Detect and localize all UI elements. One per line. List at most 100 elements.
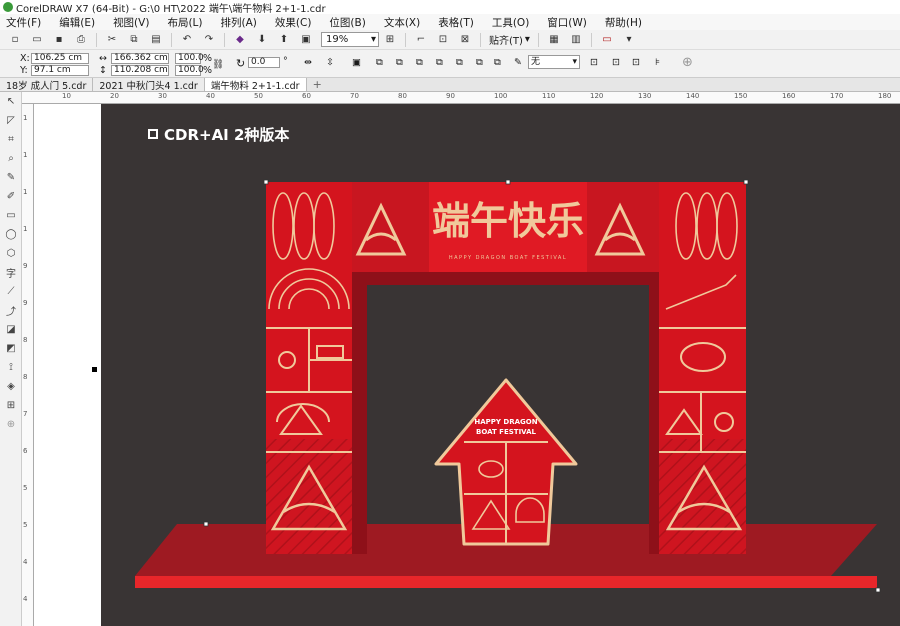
width-field[interactable]: 166.362 cm [111, 53, 169, 64]
menu-arrange[interactable]: 排列(A) [221, 15, 257, 30]
add-tab-icon[interactable]: + [307, 78, 328, 91]
intersect-icon[interactable]: ⧉ [476, 57, 483, 68]
toolbox: ↖ ◸ ⌗ ⌕ ✎ ✐ ▭ ◯ ⬡ 字 ⟋ ⤴ ◪ ◩ ⟟ ◈ ⊞ ⊕ [0, 92, 22, 626]
outline-width-select[interactable]: 无 ▾ [528, 55, 580, 69]
doc-tab-active[interactable]: 端午物料 2+1-1.cdr [204, 78, 307, 92]
ruler-tick-label: 80 [398, 92, 407, 100]
publish-pdf-icon[interactable]: ▣ [298, 33, 314, 47]
add-tool-icon[interactable]: ⊕ [0, 415, 22, 434]
menu-help[interactable]: 帮助(H) [605, 15, 642, 30]
shape-tool-icon[interactable]: ◸ [0, 111, 22, 130]
to-back-icon[interactable]: ⊡ [632, 57, 640, 68]
interactive-fill-icon[interactable]: ◈ [0, 377, 22, 396]
canvas-heading: CDR+AI 2种版本 [148, 124, 289, 145]
freehand-tool-icon[interactable]: ✎ [0, 168, 22, 187]
polygon-tool-icon[interactable]: ⬡ [0, 244, 22, 263]
new-icon[interactable]: ▫ [7, 33, 23, 47]
to-front-icon[interactable]: ⊡ [612, 57, 620, 68]
ellipse-tool-icon[interactable]: ◯ [0, 225, 22, 244]
cut-icon[interactable]: ✂ [104, 33, 120, 47]
rectangle-tool-icon[interactable]: ▭ [0, 206, 22, 225]
menu-table[interactable]: 表格(T) [438, 15, 474, 30]
doc-tab-label: 2021 中秋门头4 1.cdr [99, 80, 198, 92]
crop-tool-icon[interactable]: ⌗ [0, 130, 22, 149]
rotation-field[interactable]: 0.0 [248, 57, 280, 68]
ruler-tick-label: 20 [110, 92, 119, 100]
group-icon[interactable]: ⧉ [376, 57, 383, 68]
height-field[interactable]: 110.208 cm [111, 65, 169, 76]
color-eyedropper-icon[interactable]: ⟟ [0, 358, 22, 377]
redo-icon[interactable]: ↷ [201, 33, 217, 47]
align-distribute-icon[interactable]: ⊧ [655, 57, 660, 68]
pick-tool-icon[interactable]: ↖ [0, 92, 22, 111]
smart-fill-icon[interactable]: ⊞ [0, 396, 22, 415]
export-icon[interactable]: ⬆ [276, 33, 292, 47]
menu-window[interactable]: 窗口(W) [547, 15, 587, 30]
menu-edit[interactable]: 编辑(E) [59, 15, 95, 30]
outline-width-value: 无 [531, 56, 541, 67]
menu-text[interactable]: 文本(X) [384, 15, 420, 30]
menu-tools[interactable]: 工具(O) [492, 15, 529, 30]
menu-view[interactable]: 视图(V) [113, 15, 149, 30]
window-title: CorelDRAW X7 (64-Bit) - G:\0 HT\2022 端午\… [16, 3, 326, 15]
search-content-icon[interactable]: ◆ [232, 33, 248, 47]
mirror-v-icon[interactable]: ⇳ [326, 57, 334, 68]
full-screen-icon[interactable]: ⊞ [382, 33, 398, 47]
grid-icon[interactable]: ⊡ [435, 33, 451, 47]
ruler-tick-label: 4 [23, 558, 28, 566]
connector-tool-icon[interactable]: ⤴ [0, 301, 22, 320]
height-icon: ↕ [99, 65, 107, 76]
scale-width-field[interactable]: 100.0 [175, 53, 204, 64]
simplify-icon[interactable]: ⧉ [494, 57, 501, 68]
snap-to-button[interactable]: 贴齐(T) ▾ [489, 32, 530, 47]
ruler-tick-label: 130 [638, 92, 652, 100]
weld-icon[interactable]: ⧉ [436, 57, 443, 68]
menu-effects[interactable]: 效果(C) [275, 15, 312, 30]
mirror-h-icon[interactable]: ⇹ [304, 57, 312, 68]
rulers-icon[interactable]: ⌐ [413, 33, 429, 47]
x-position-field[interactable]: 106.25 cm [31, 53, 89, 64]
add-icon[interactable]: ⊕ [682, 55, 693, 70]
kiosk: HAPPY DRAGON BOAT FESTIVAL [434, 378, 578, 546]
ruler-tick-label: 7 [23, 410, 28, 418]
create-boundary-icon[interactable]: ⊡ [590, 57, 598, 68]
drawing-canvas[interactable]: 端午快乐 HAPPY DRAGON BOAT FESTIVAL HAPPY DR… [101, 104, 900, 626]
menu-file[interactable]: 文件(F) [6, 15, 41, 30]
artistic-media-icon[interactable]: ✐ [0, 187, 22, 206]
toolbar-separator [96, 32, 97, 47]
ruler-tick-label: 70 [350, 92, 359, 100]
arch-subtitle: HAPPY DRAGON BOAT FESTIVAL [449, 255, 567, 261]
toolbar-separator [405, 32, 406, 47]
chevron-down-icon[interactable]: ▾ [621, 33, 637, 47]
drop-shadow-icon[interactable]: ◪ [0, 320, 22, 339]
doc-tab[interactable]: 18岁 成人门 5.cdr [0, 78, 94, 92]
wrap-text-icon[interactable]: ▣ [352, 57, 361, 68]
print-icon[interactable]: ⎙ [73, 33, 89, 47]
app-launcher-icon[interactable]: ▥ [568, 33, 584, 47]
ungroup-icon[interactable]: ⧉ [396, 57, 403, 68]
text-tool-icon[interactable]: 字 [0, 263, 22, 282]
scale-height-field[interactable]: 100.0 [175, 65, 204, 76]
import-icon[interactable]: ⬇ [254, 33, 270, 47]
menu-layout[interactable]: 布局(L) [167, 15, 202, 30]
zoom-level-value: 19% [326, 34, 349, 45]
welcome-screen-icon[interactable]: ▭ [599, 33, 615, 47]
zoom-tool-icon[interactable]: ⌕ [0, 149, 22, 168]
open-icon[interactable]: ▭ [29, 33, 45, 47]
trim-icon[interactable]: ⧉ [456, 57, 463, 68]
page-margin [34, 104, 101, 626]
combine-icon[interactable]: ⧉ [416, 57, 423, 68]
menu-bitmaps[interactable]: 位图(B) [329, 15, 365, 30]
options-icon[interactable]: ▦ [546, 33, 562, 47]
zoom-level-select[interactable]: 19% ▾ [321, 32, 379, 47]
transparency-icon[interactable]: ◩ [0, 339, 22, 358]
parallel-dimension-icon[interactable]: ⟋ [0, 282, 22, 301]
undo-icon[interactable]: ↶ [179, 33, 195, 47]
lock-ratio-icon[interactable]: ⛓ [212, 59, 224, 70]
copy-icon[interactable]: ⧉ [126, 33, 142, 47]
y-position-field[interactable]: 97.1 cm [31, 65, 89, 76]
save-icon[interactable]: ▪ [51, 33, 67, 47]
doc-tab[interactable]: 2021 中秋门头4 1.cdr [93, 78, 205, 92]
paste-icon[interactable]: ▤ [148, 33, 164, 47]
guidelines-icon[interactable]: ⊠ [457, 33, 473, 47]
